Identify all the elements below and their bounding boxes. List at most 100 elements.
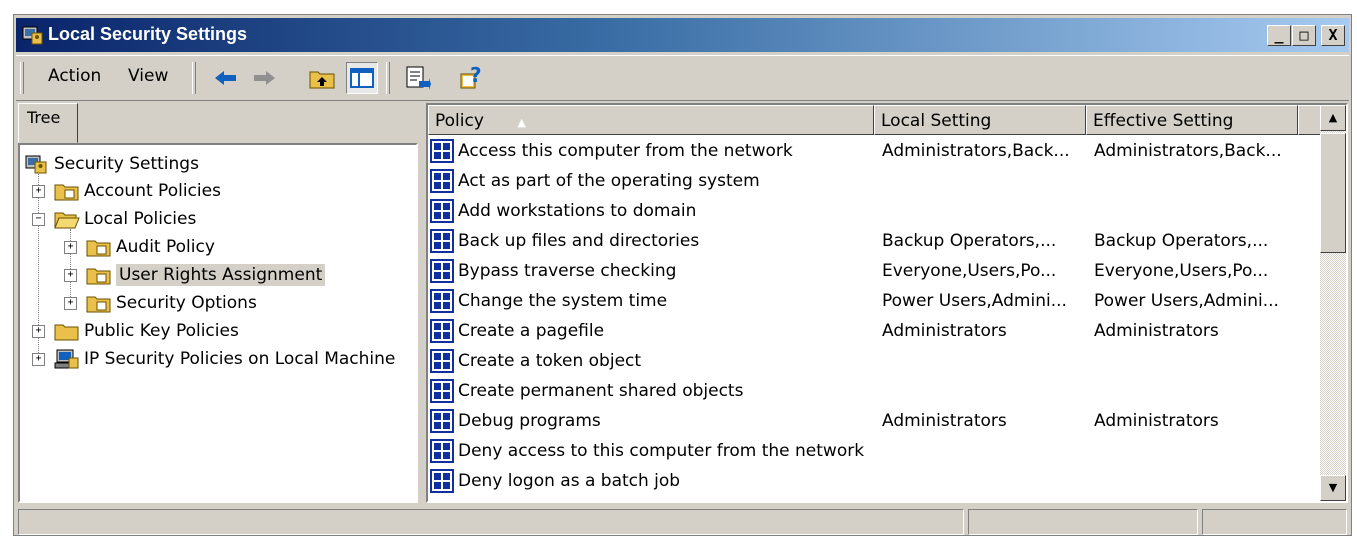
- vertical-scrollbar[interactable]: ▲ ▼: [1320, 105, 1346, 501]
- scroll-up-button[interactable]: ▲: [1320, 105, 1346, 131]
- export-list-icon[interactable]: [402, 62, 434, 94]
- policy-name: Change the system time: [458, 291, 668, 311]
- policy-icon: [430, 199, 454, 223]
- status-panel: [1202, 509, 1347, 535]
- local-security-settings-window: Local Security Settings _ □ X Action Vie…: [13, 14, 1352, 536]
- tree-node-label: Public Key Policies: [84, 321, 239, 341]
- table-row[interactable]: Debug programs Administrators Administrato…: [428, 407, 1318, 437]
- help-icon[interactable]: ?: [456, 62, 488, 94]
- policy-name: Create a pagefile: [458, 321, 605, 341]
- maximize-button[interactable]: □: [1292, 25, 1316, 46]
- table-row[interactable]: Back up files and directories Backup Oper…: [428, 227, 1318, 257]
- tree-node-security-options[interactable]: Security Options: [86, 290, 257, 316]
- policy-name: Deny logon as a batch job: [458, 471, 681, 491]
- policy-icon: [430, 139, 454, 163]
- tree-node-audit-policy[interactable]: Audit Policy: [86, 234, 215, 260]
- expand-toggle[interactable]: +: [32, 325, 45, 338]
- table-row[interactable]: Create a pagefile Administrators Administr…: [428, 317, 1318, 347]
- toolbar-grip[interactable]: [386, 62, 390, 94]
- table-row[interactable]: Deny access to this computer from the ne…: [428, 437, 1318, 467]
- tree-node-label: IP Security Policies on Local Machine: [84, 349, 396, 369]
- forward-arrow-icon[interactable]: [248, 62, 280, 94]
- policy-cell: Create a token object: [430, 349, 641, 373]
- local-setting-cell: Backup Operators,...: [882, 231, 1057, 251]
- policy-name: Deny access to this computer from the ne…: [458, 441, 865, 461]
- scroll-thumb[interactable]: [1320, 133, 1346, 253]
- table-row[interactable]: Access this computer from the network Adm…: [428, 137, 1318, 167]
- effective-setting-cell: Administrators: [1094, 411, 1219, 431]
- tree-node-account-policies[interactable]: Account Policies: [54, 178, 221, 204]
- effective-setting-cell: Administrators,Back...: [1094, 141, 1282, 161]
- policy-icon: [430, 469, 454, 493]
- column-header-effective-setting[interactable]: Effective Setting: [1086, 105, 1298, 135]
- table-row[interactable]: Bypass traverse checking Everyone,Users,P…: [428, 257, 1318, 287]
- policy-cell: Debug programs: [430, 409, 601, 433]
- policy-name: Debug programs: [458, 411, 601, 431]
- expand-toggle[interactable]: +: [64, 297, 77, 310]
- tree-node-public-key-policies[interactable]: Public Key Policies: [54, 318, 239, 344]
- up-one-level-icon[interactable]: [306, 62, 338, 94]
- back-arrow-icon[interactable]: [210, 62, 242, 94]
- policy-icon: [430, 379, 454, 403]
- column-header-policy[interactable]: Policy ▲: [428, 105, 874, 135]
- table-row[interactable]: Add workstations to domain: [428, 197, 1318, 227]
- tree-node-user-rights-assignment[interactable]: User Rights Assignment: [86, 262, 326, 288]
- svg-text:?: ?: [470, 64, 482, 87]
- policy-name: Add workstations to domain: [458, 201, 697, 221]
- effective-setting-cell: Backup Operators,...: [1094, 231, 1269, 251]
- table-row[interactable]: Create a token object: [428, 347, 1318, 377]
- policy-cell: Change the system time: [430, 289, 667, 313]
- toolbar: Action View ?: [16, 55, 1349, 101]
- policy-name: Bypass traverse checking: [458, 261, 677, 281]
- security-settings-app-icon: [22, 26, 43, 45]
- local-setting-cell: Administrators,Back...: [882, 141, 1070, 161]
- expand-toggle[interactable]: +: [64, 241, 77, 254]
- toolbar-grip[interactable]: [20, 62, 24, 94]
- expand-toggle[interactable]: +: [32, 353, 45, 366]
- policy-name: Access this computer from the network: [458, 141, 793, 161]
- scroll-down-button[interactable]: ▼: [1320, 475, 1346, 501]
- folder-icon: [86, 268, 111, 285]
- menu-view[interactable]: View: [128, 66, 168, 86]
- policy-name: Back up files and directories: [458, 231, 700, 251]
- local-setting-cell: Everyone,Users,Po...: [882, 261, 1057, 281]
- tree-node-label-selected: User Rights Assignment: [116, 264, 326, 286]
- minimize-button[interactable]: _: [1267, 25, 1291, 46]
- policy-cell: Bypass traverse checking: [430, 259, 676, 283]
- column-header-local-setting[interactable]: Local Setting: [874, 105, 1086, 135]
- table-row[interactable]: Change the system time Power Users,Admini…: [428, 287, 1318, 317]
- sort-ascending-icon: ▲: [517, 116, 526, 129]
- column-header-label: Policy: [435, 111, 484, 131]
- tree-pane: Security Settings + Account Policies − L…: [18, 143, 418, 503]
- close-button[interactable]: X: [1321, 25, 1345, 46]
- tree-node-label: Account Policies: [84, 181, 221, 201]
- show-hide-tree-icon[interactable]: [346, 62, 378, 94]
- tree-node-label: Security Settings: [54, 154, 199, 174]
- tab-tree[interactable]: Tree: [18, 103, 78, 143]
- policy-name: Create permanent shared objects: [458, 381, 744, 401]
- table-row[interactable]: Deny logon as a batch job: [428, 467, 1318, 497]
- expand-toggle[interactable]: +: [64, 269, 77, 282]
- tree-node-local-policies[interactable]: Local Policies: [54, 206, 196, 232]
- title-bar[interactable]: Local Security Settings _ □ X: [16, 18, 1349, 52]
- table-row[interactable]: Act as part of the operating system: [428, 167, 1318, 197]
- collapse-toggle[interactable]: −: [32, 213, 45, 226]
- policy-icon: [430, 439, 454, 463]
- policy-icon: [430, 409, 454, 433]
- policy-icon: [430, 349, 454, 373]
- table-row[interactable]: Create permanent shared objects: [428, 377, 1318, 407]
- policy-cell: Back up files and directories: [430, 229, 699, 253]
- tree-node-label: Audit Policy: [116, 237, 215, 257]
- policy-cell: Act as part of the operating system: [430, 169, 760, 193]
- local-setting-cell: Power Users,Admini...: [882, 291, 1067, 311]
- toolbar-grip[interactable]: [192, 62, 196, 94]
- policy-cell: Add workstations to domain: [430, 199, 696, 223]
- menu-action[interactable]: Action: [48, 66, 101, 86]
- local-setting-cell: Administrators: [882, 411, 1007, 431]
- tree-node-security-settings[interactable]: Security Settings: [24, 151, 199, 177]
- effective-setting-cell: Power Users,Admini...: [1094, 291, 1279, 311]
- folder-icon: [54, 184, 79, 201]
- policy-cell: Create a pagefile: [430, 319, 604, 343]
- tree-node-ip-security-policies[interactable]: IP Security Policies on Local Machine: [54, 346, 395, 372]
- expand-toggle[interactable]: +: [32, 185, 45, 198]
